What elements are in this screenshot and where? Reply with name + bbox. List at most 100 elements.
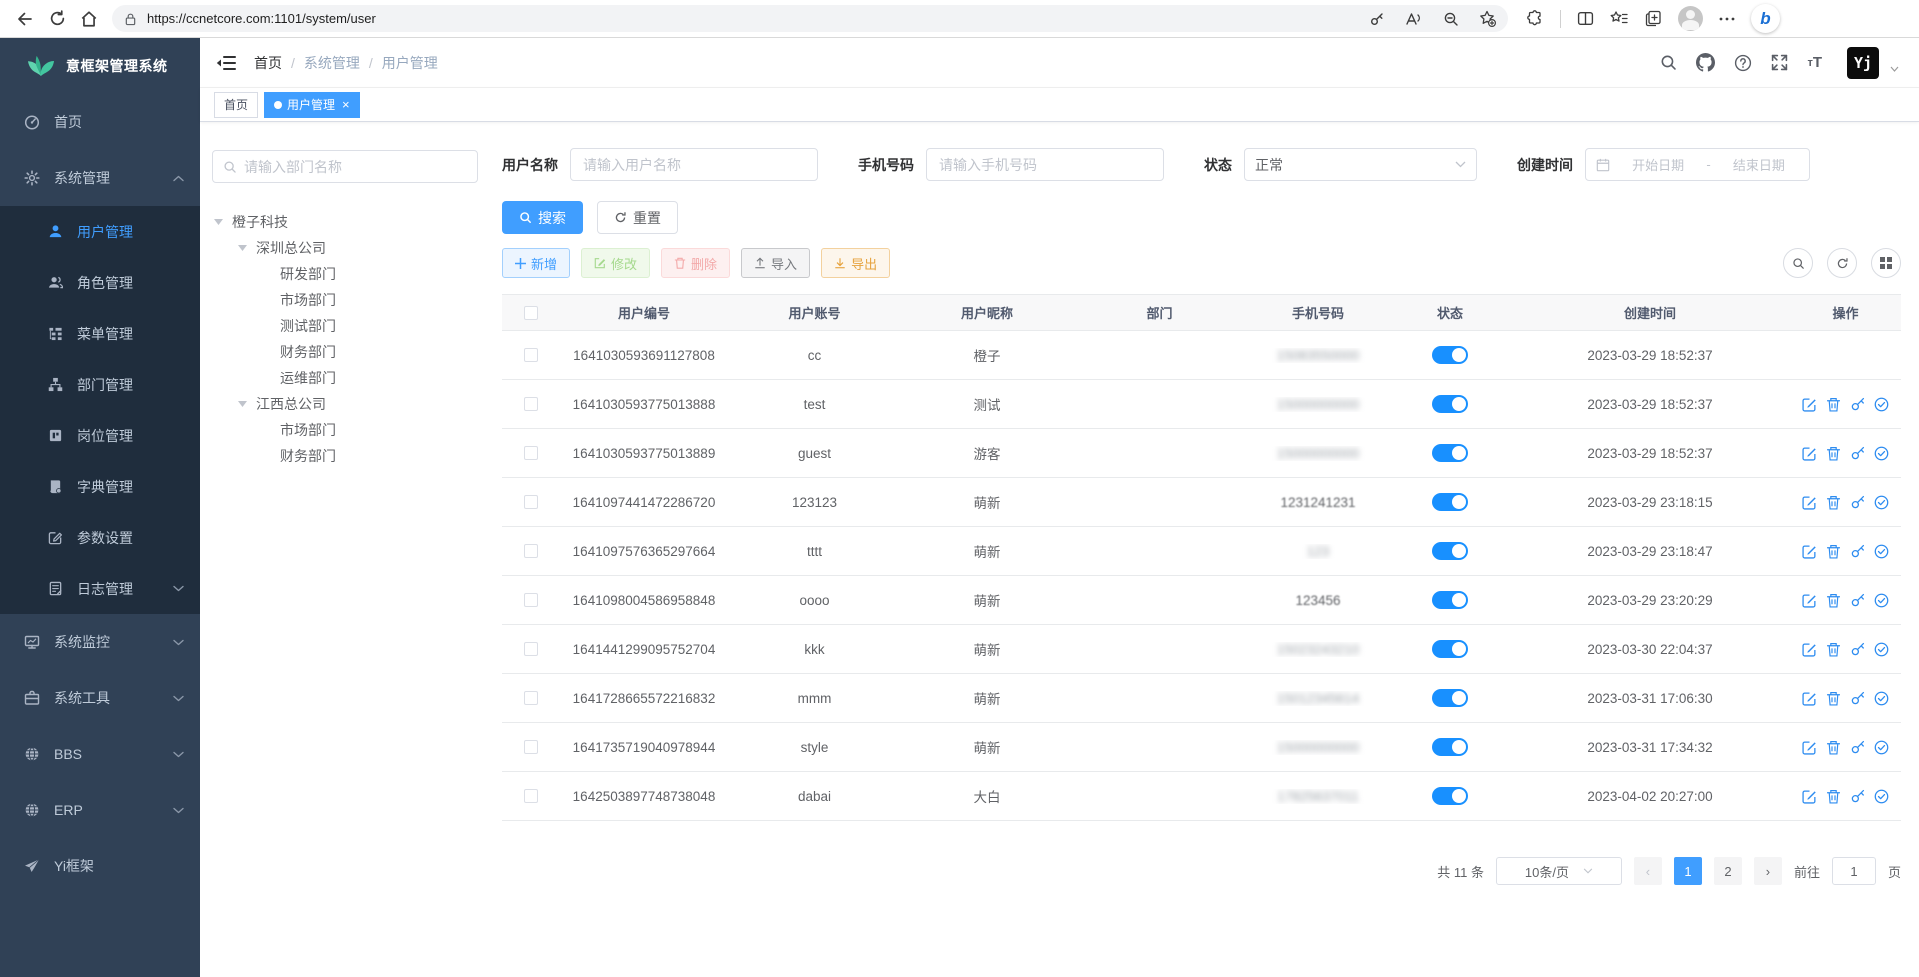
username-input[interactable]: [583, 157, 805, 173]
row-reset-password-icon[interactable]: [1850, 446, 1865, 461]
row-assign-role-icon[interactable]: [1874, 544, 1889, 559]
tree-node[interactable]: 财务部门: [212, 443, 478, 469]
search-button[interactable]: 搜索: [502, 201, 583, 234]
tree-caret-icon[interactable]: [214, 219, 232, 225]
tag-user-mgmt[interactable]: 用户管理 ×: [264, 92, 360, 118]
favorites-bar-icon[interactable]: [1610, 10, 1629, 27]
tag-home[interactable]: 首页: [214, 92, 258, 118]
zoom-out-icon[interactable]: [1443, 11, 1459, 27]
user-avatar[interactable]: Yj: [1847, 47, 1879, 79]
delete-button[interactable]: 删除: [661, 248, 730, 278]
row-delete-icon[interactable]: [1826, 495, 1841, 510]
row-checkbox[interactable]: [524, 593, 538, 607]
row-checkbox[interactable]: [524, 691, 538, 705]
browser-refresh-button[interactable]: [42, 4, 72, 34]
collections-icon[interactable]: [1645, 10, 1662, 27]
tree-node[interactable]: 橙子科技: [212, 209, 478, 235]
status-toggle[interactable]: [1432, 591, 1468, 609]
export-button[interactable]: 导出: [821, 248, 890, 278]
row-assign-role-icon[interactable]: [1874, 495, 1889, 510]
tree-caret-icon[interactable]: [238, 245, 256, 251]
page-size-select[interactable]: 10条/页: [1496, 857, 1622, 885]
lock-icon[interactable]: [124, 12, 137, 26]
read-aloud-icon[interactable]: [1405, 11, 1423, 27]
status-select[interactable]: 正常: [1244, 148, 1477, 181]
tree-node[interactable]: 研发部门: [212, 261, 478, 287]
row-reset-password-icon[interactable]: [1850, 397, 1865, 412]
row-assign-role-icon[interactable]: [1874, 642, 1889, 657]
row-reset-password-icon[interactable]: [1850, 740, 1865, 755]
prev-page-button[interactable]: ‹: [1634, 857, 1662, 885]
sidebar-item-log-mgmt[interactable]: 日志管理: [0, 563, 200, 614]
address-bar[interactable]: https://ccnetcore.com:1101/system/user: [112, 5, 1508, 32]
row-reset-password-icon[interactable]: [1850, 691, 1865, 706]
row-delete-icon[interactable]: [1826, 593, 1841, 608]
status-toggle[interactable]: [1432, 689, 1468, 707]
tree-node[interactable]: 江西总公司: [212, 391, 478, 417]
url-text[interactable]: https://ccnetcore.com:1101/system/user: [147, 11, 1369, 26]
sidebar-item-bbs[interactable]: BBS: [0, 726, 200, 782]
page-button-2[interactable]: 2: [1714, 857, 1742, 885]
header-search-icon[interactable]: [1660, 54, 1677, 71]
tree-node[interactable]: 测试部门: [212, 313, 478, 339]
sidebar-item-param-settings[interactable]: 参数设置: [0, 512, 200, 563]
sidebar-item-menu-mgmt[interactable]: 菜单管理: [0, 308, 200, 359]
row-delete-icon[interactable]: [1826, 740, 1841, 755]
app-logo-row[interactable]: 意框架管理系统: [0, 38, 200, 94]
sidebar-item-erp[interactable]: ERP: [0, 782, 200, 838]
dept-search-box[interactable]: [212, 150, 478, 183]
select-all-checkbox[interactable]: [524, 306, 538, 320]
bing-chat-icon[interactable]: b: [1751, 4, 1780, 33]
tree-caret-icon[interactable]: [238, 401, 256, 407]
phone-input[interactable]: [939, 157, 1151, 173]
split-screen-icon[interactable]: [1577, 10, 1594, 27]
sidebar-item-post-mgmt[interactable]: 岗位管理: [0, 410, 200, 461]
edit-button[interactable]: 修改: [581, 248, 650, 278]
password-key-icon[interactable]: [1369, 11, 1385, 27]
row-assign-role-icon[interactable]: [1874, 593, 1889, 608]
next-page-button[interactable]: ›: [1754, 857, 1782, 885]
status-toggle[interactable]: [1432, 493, 1468, 511]
status-toggle[interactable]: [1432, 738, 1468, 756]
row-reset-password-icon[interactable]: [1850, 789, 1865, 804]
row-reset-password-icon[interactable]: [1850, 495, 1865, 510]
breadcrumb-home[interactable]: 首页: [254, 53, 282, 73]
sidebar-item-yi-framework[interactable]: Yi框架: [0, 838, 200, 894]
row-delete-icon[interactable]: [1826, 544, 1841, 559]
row-delete-icon[interactable]: [1826, 446, 1841, 461]
row-checkbox[interactable]: [524, 495, 538, 509]
row-checkbox[interactable]: [524, 397, 538, 411]
sidebar-fold-icon[interactable]: [216, 55, 236, 71]
tree-node[interactable]: 市场部门: [212, 287, 478, 313]
hide-search-button[interactable]: [1783, 248, 1813, 278]
row-reset-password-icon[interactable]: [1850, 593, 1865, 608]
fullscreen-icon[interactable]: [1771, 54, 1788, 71]
goto-page-input[interactable]: [1832, 857, 1876, 885]
sidebar-item-monitor[interactable]: 系统监控: [0, 614, 200, 670]
sidebar-item-role-mgmt[interactable]: 角色管理: [0, 257, 200, 308]
date-start-placeholder[interactable]: 开始日期: [1618, 155, 1698, 174]
sidebar-item-dept-mgmt[interactable]: 部门管理: [0, 359, 200, 410]
row-edit-icon[interactable]: [1802, 642, 1817, 657]
row-assign-role-icon[interactable]: [1874, 446, 1889, 461]
add-button[interactable]: 新增: [502, 248, 570, 278]
tag-close-icon[interactable]: ×: [342, 98, 350, 111]
row-delete-icon[interactable]: [1826, 691, 1841, 706]
row-checkbox[interactable]: [524, 789, 538, 803]
tree-node[interactable]: 财务部门: [212, 339, 478, 365]
row-checkbox[interactable]: [524, 740, 538, 754]
row-edit-icon[interactable]: [1802, 544, 1817, 559]
row-edit-icon[interactable]: [1802, 446, 1817, 461]
sidebar-item-home[interactable]: 首页: [0, 94, 200, 150]
avatar-caret-icon[interactable]: [1890, 66, 1899, 72]
column-visibility-button[interactable]: [1871, 248, 1901, 278]
tree-node[interactable]: 深圳总公司: [212, 235, 478, 261]
status-toggle[interactable]: [1432, 787, 1468, 805]
row-edit-icon[interactable]: [1802, 495, 1817, 510]
row-edit-icon[interactable]: [1802, 740, 1817, 755]
date-range-picker[interactable]: 开始日期 - 结束日期: [1585, 148, 1810, 181]
row-delete-icon[interactable]: [1826, 789, 1841, 804]
breadcrumb-system[interactable]: 系统管理: [304, 53, 360, 73]
row-reset-password-icon[interactable]: [1850, 642, 1865, 657]
browser-profile-avatar[interactable]: [1678, 6, 1703, 31]
